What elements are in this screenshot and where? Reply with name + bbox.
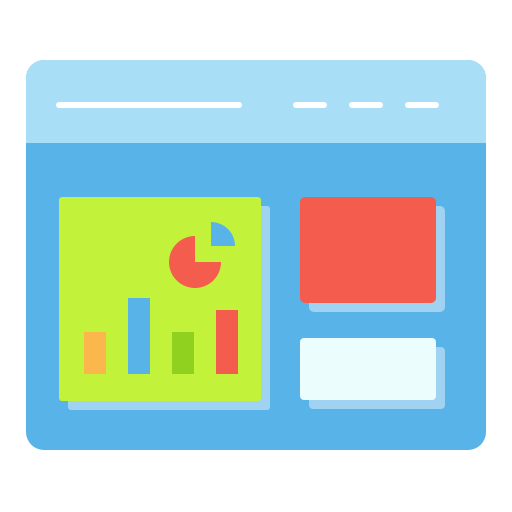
bar-green [172, 332, 194, 374]
red-card [300, 197, 436, 303]
bar-orange [84, 332, 106, 374]
window-control-dash-1 [293, 102, 327, 108]
title-bar [26, 60, 486, 143]
bar-red [216, 310, 238, 374]
dashboard-window-icon [26, 60, 486, 450]
title-bar-line [56, 102, 242, 108]
window-control-dash-2 [349, 102, 383, 108]
white-card [300, 338, 436, 400]
window-control-dash-3 [405, 102, 439, 108]
bar-blue [128, 298, 150, 374]
